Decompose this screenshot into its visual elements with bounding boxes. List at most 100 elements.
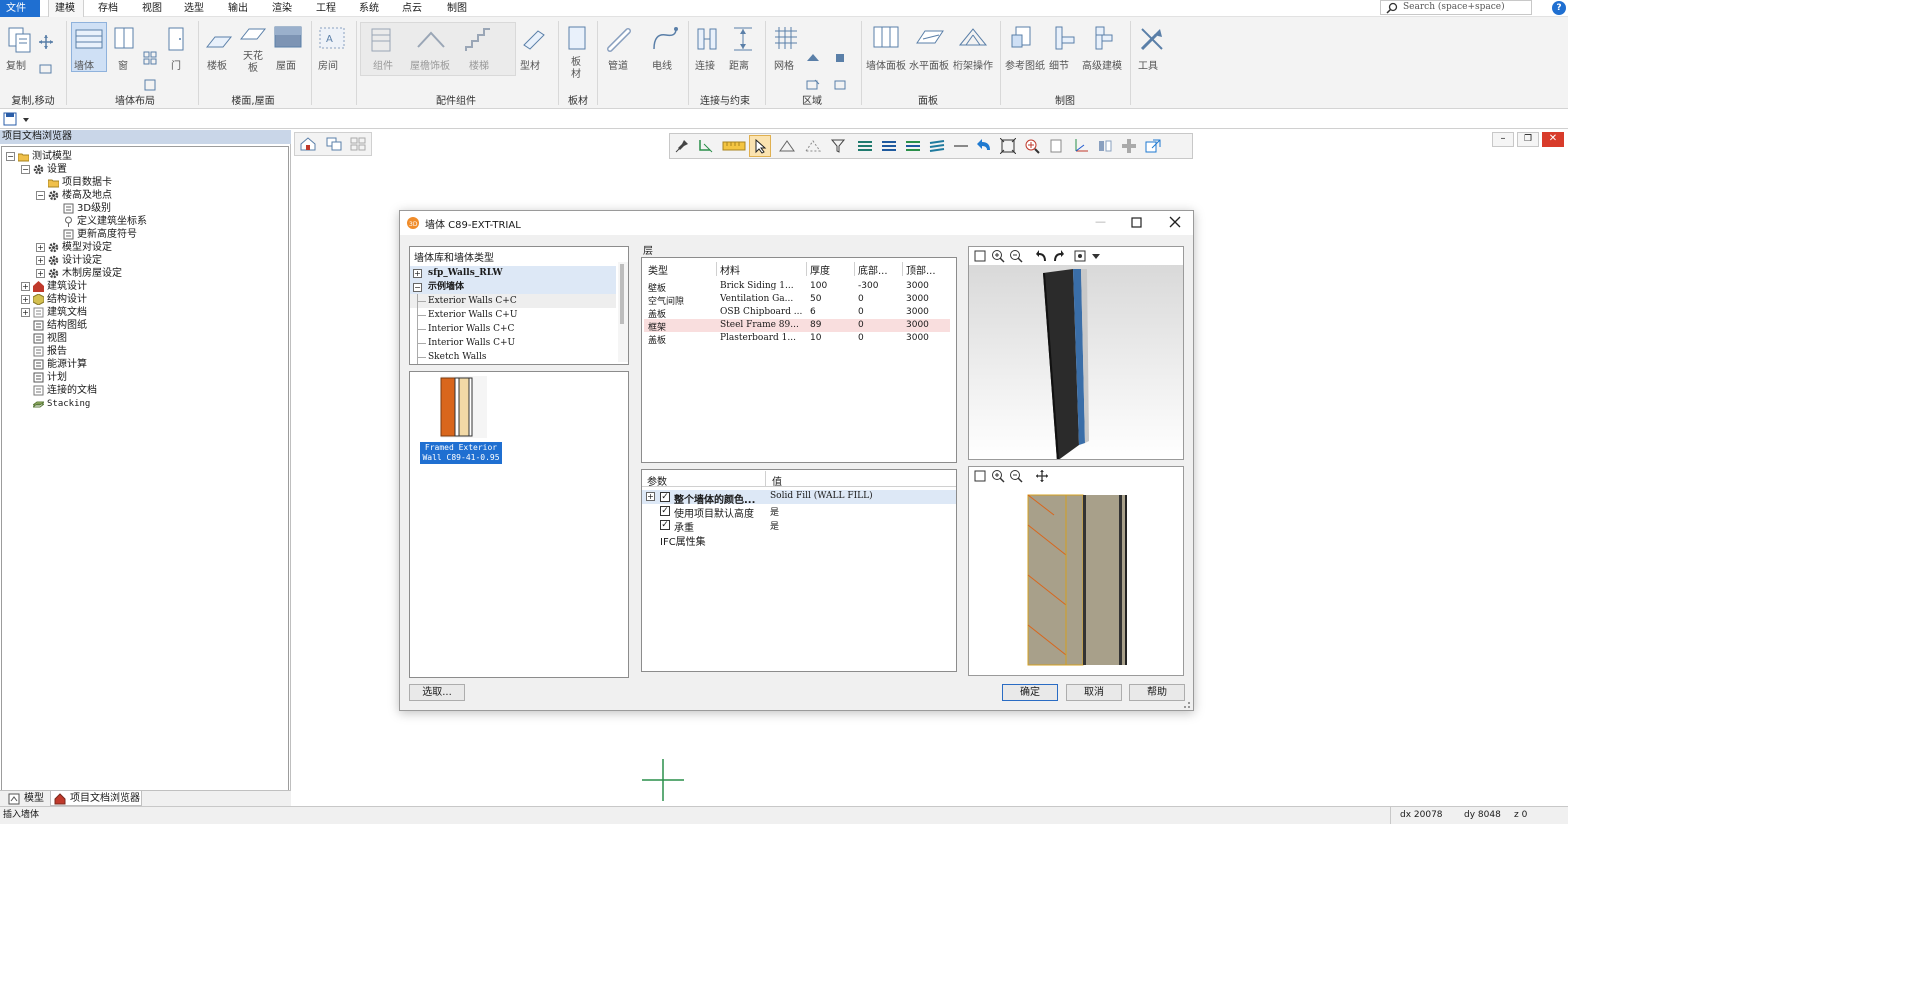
library-item[interactable]: Exterior Walls C+U [410,308,616,322]
library-scrollbar[interactable] [618,262,628,362]
ceiling-icon[interactable] [239,25,267,47]
parameter-checkbox[interactable]: ✓ [660,506,670,516]
grid-button[interactable]: 网格 [774,57,794,72]
tree-item[interactable]: Stacking [21,397,90,410]
library-item[interactable]: Exterior Walls C+C [410,294,616,308]
advanced-modeling-icon[interactable] [1092,25,1116,51]
menu-file[interactable]: 文件 [0,0,40,17]
customize-dropdown-icon[interactable] [22,116,30,124]
horizontal-panel-icon[interactable] [915,27,945,49]
connect-icon[interactable] [696,25,722,53]
profile-button[interactable]: 型材 [520,57,540,72]
tree-item[interactable]: 定义建筑坐标系 [51,215,147,228]
search-input[interactable]: Search (space+space) [1380,0,1532,15]
wall-panel-icon[interactable] [872,25,900,51]
floor-slab-button[interactable]: 楼板 [207,57,227,72]
tree-item[interactable]: + 木制房屋设定 [36,267,122,280]
room-icon[interactable]: A [318,26,346,50]
wall-button[interactable]: 墙体 [74,57,94,72]
preview2d-zoom-fit-icon[interactable] [973,469,987,483]
line-icon[interactable] [952,140,970,152]
expand-icon[interactable]: + [21,281,30,291]
layers-icon-3[interactable] [904,139,922,153]
tree-item[interactable]: 报告 [21,345,67,358]
advanced-modeling-button[interactable]: 高级建模 [1082,57,1122,72]
door-button[interactable]: 门 [171,57,181,72]
library-item[interactable]: Interior Walls C+U [410,336,616,350]
grid-small-icon[interactable] [143,51,157,65]
save-icon[interactable] [3,112,17,126]
menu-selection[interactable]: 选型 [178,0,210,17]
dialog-close-icon[interactable] [1169,216,1181,228]
door-icon[interactable] [167,26,185,52]
resize-grip-icon[interactable] [1183,701,1191,709]
wire-button[interactable]: 电线 [652,57,672,72]
preview-zoom-out-icon[interactable] [1009,249,1023,263]
tree-item[interactable]: 3D级别 [51,202,111,215]
collapse-icon[interactable]: − [21,164,30,174]
component-button[interactable]: 组件 [373,57,393,72]
help-button[interactable]: 帮助 [1129,684,1185,701]
zoom-in-icon[interactable] [1024,138,1040,154]
layers-column-header[interactable]: 底部... [858,262,902,277]
collapse-icon[interactable]: − [36,190,45,200]
menu-modeling[interactable]: 建模 [48,0,84,17]
layer-row[interactable]: 空气间隙 Ventilation Ga... 50 0 3000 [644,293,950,307]
parameter-value[interactable]: 是 [770,505,950,518]
tab-project-browser[interactable]: 项目文档浏览器 [70,791,140,806]
wall-2d-section-render[interactable] [969,485,1183,675]
zone-icon[interactable] [805,51,821,65]
floor-slab-icon[interactable] [205,31,233,53]
expand-icon[interactable]: + [21,307,30,317]
detail-button[interactable]: 细节 [1049,57,1069,72]
preview-zoom-fit-icon[interactable] [973,249,987,263]
undo-view-icon[interactable] [976,138,994,154]
tree-item[interactable]: − 楼高及地点 [36,189,112,202]
tree-item[interactable]: + 建筑设计 [21,280,87,293]
wall-thumbnail-image[interactable] [427,376,489,440]
layers-icon-4[interactable] [928,139,946,153]
detail-icon[interactable] [1052,25,1076,51]
resize-icon[interactable] [39,63,53,75]
roof-icon[interactable] [274,25,302,51]
board-button[interactable]: 板材 [570,57,582,81]
help-icon[interactable]: ? [1552,1,1566,15]
menu-project[interactable]: 工程 [310,0,342,17]
tree-item[interactable]: 更新高度符号 [51,228,137,241]
axes-icon[interactable] [1072,137,1090,155]
preview-zoom-in-icon[interactable] [991,249,1005,263]
parameter-row[interactable]: + ✓ 整个墙体的颜色... Solid Fill (WALL FILL) [642,490,956,506]
parameter-checkbox[interactable]: ✓ [660,520,670,530]
truss-icon[interactable] [958,25,988,51]
layers-column-header[interactable]: 厚度 [810,262,854,277]
window-icon[interactable] [113,26,135,52]
eaves-trim-button[interactable]: 屋檐饰板 [410,57,450,72]
tree-item[interactable]: 视图 [21,332,67,345]
tree-item[interactable]: + 设计设定 [36,254,102,267]
wire-icon[interactable] [650,25,680,53]
preview-view-options-icon[interactable] [1073,249,1087,263]
filter-icon[interactable] [830,138,846,154]
layer-row[interactable]: 壁板 Brick Siding 1... 100 -300 3000 [644,280,950,294]
connect-button[interactable]: 连接 [695,57,715,72]
distance-icon[interactable] [732,25,754,53]
ok-button[interactable]: 确定 [1002,684,1058,701]
close-icon[interactable]: ✕ [1542,132,1564,147]
dialog-minimize-icon[interactable]: — [1095,215,1106,228]
wall-panel-button[interactable]: 墙体面板 [866,57,906,72]
reference-drawing-button[interactable]: 参考图纸 [1005,57,1045,72]
cancel-button[interactable]: 取消 [1066,684,1122,701]
expand-icon[interactable]: + [36,268,45,278]
pipe-icon[interactable] [606,25,634,53]
layers-icon-2[interactable] [880,139,898,153]
library-item[interactable]: + sfp_Walls_RLW [410,266,616,280]
expand-icon[interactable]: + [36,255,45,265]
layer-row[interactable]: 盖板 OSB Chipboard ... 6 0 3000 [644,306,950,320]
external-view-icon[interactable] [1144,138,1162,154]
pin-icon[interactable] [674,138,690,154]
triangle-dashed-icon[interactable] [804,139,822,153]
wall-thumbnail-caption[interactable]: Framed Exterior Wall C89-41-0.95 [420,442,502,464]
select-button[interactable]: 选取... [409,684,465,701]
board-icon[interactable] [566,25,588,53]
collapse-icon[interactable]: − [413,283,422,292]
